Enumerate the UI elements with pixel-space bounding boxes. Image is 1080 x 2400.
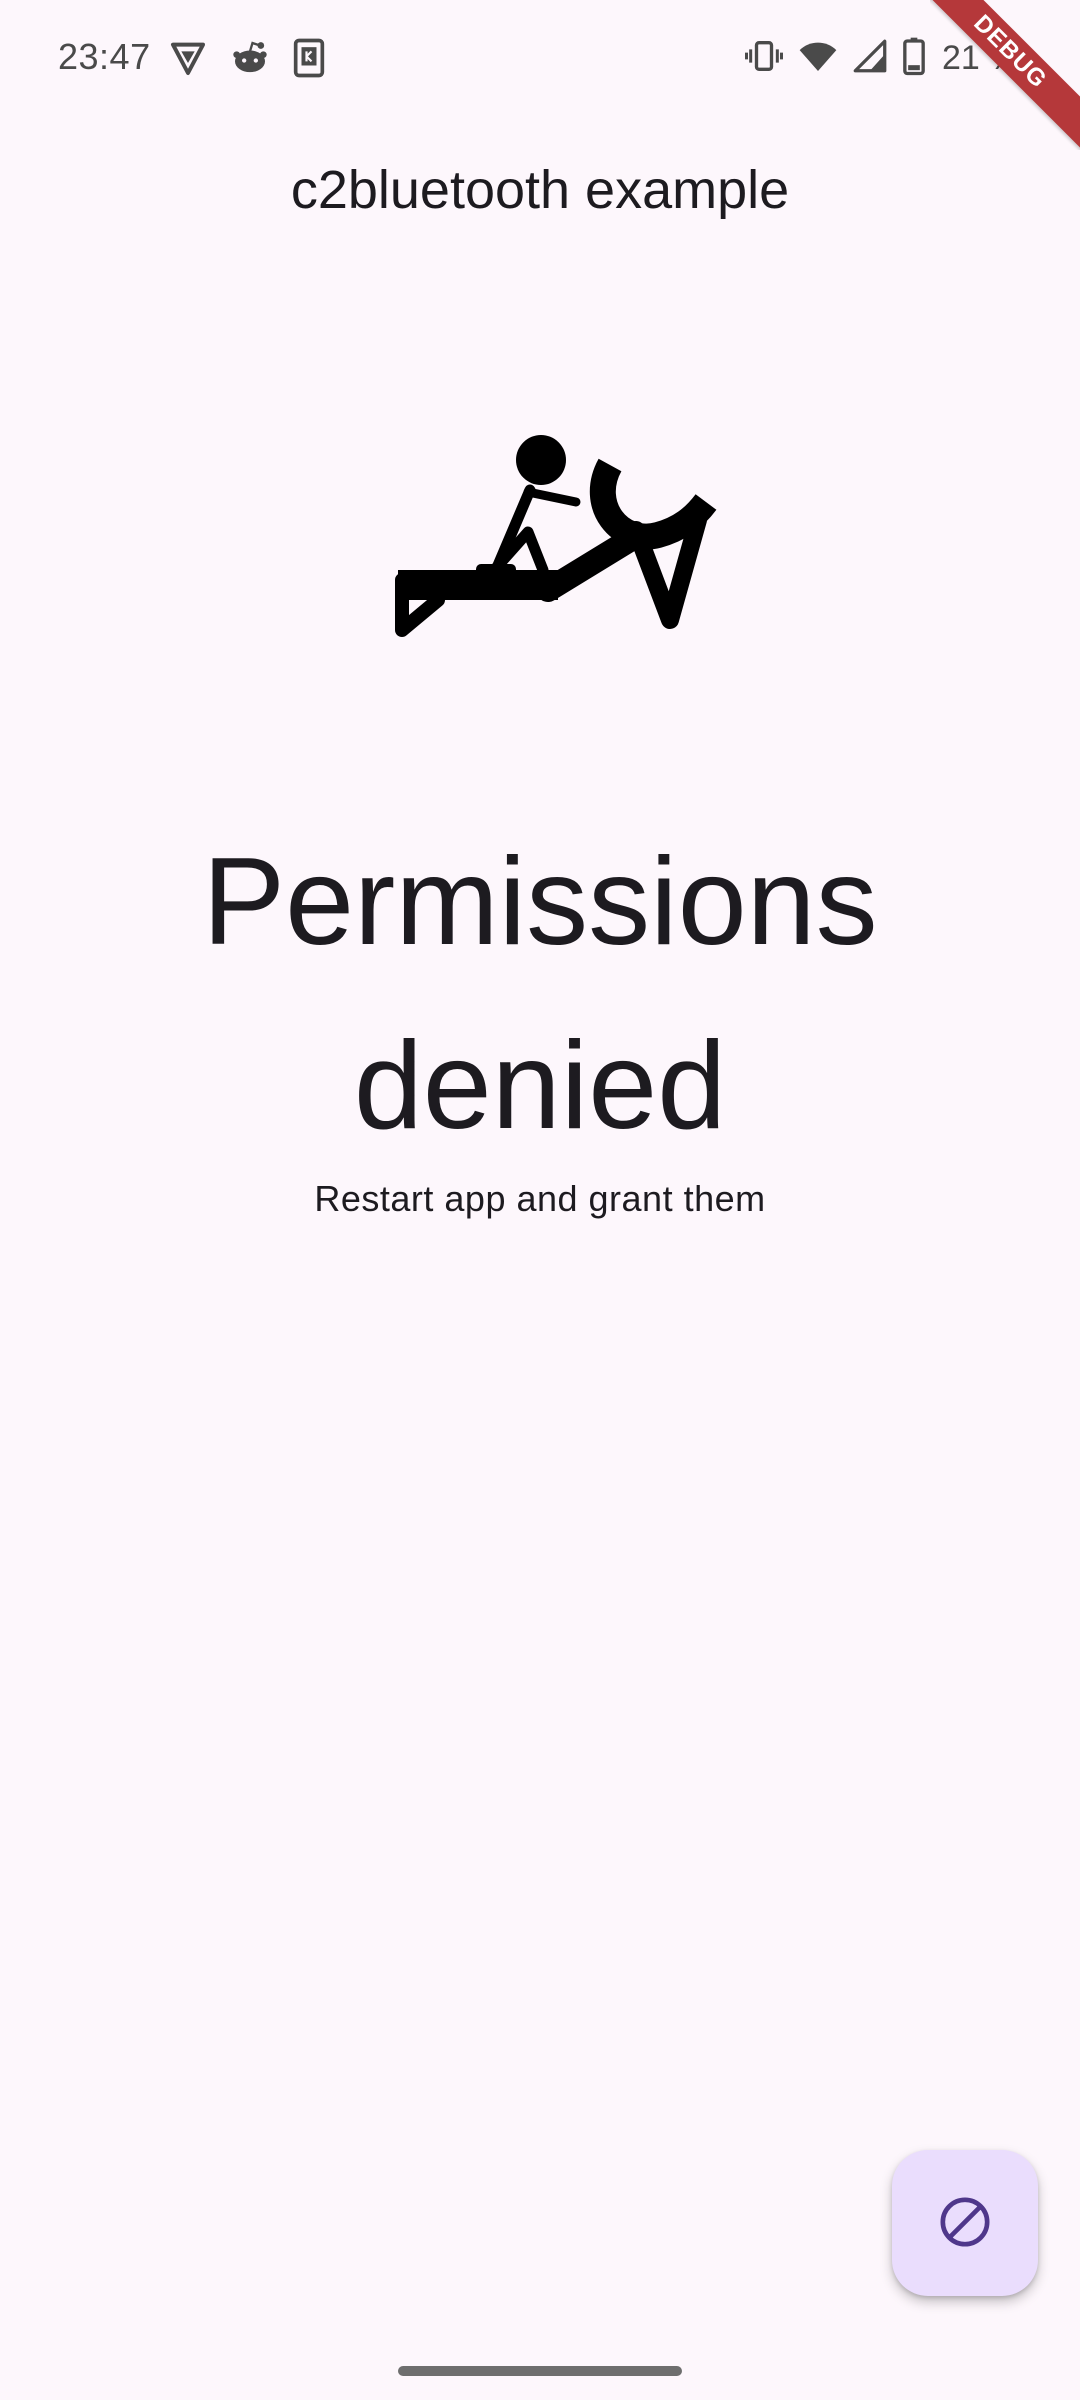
permissions-denied-subtitle: Restart app and grant them [314, 1178, 766, 1219]
block-fab-button[interactable] [892, 2150, 1038, 2296]
app-title: c2bluetooth example [290, 160, 790, 220]
vibrate-icon [744, 36, 784, 81]
battery-icon [902, 36, 926, 81]
kindle-icon [292, 38, 326, 83]
cell-signal-icon [852, 36, 888, 81]
reddit-icon [230, 38, 270, 83]
notification-icons [168, 38, 326, 83]
status-time: 23:47 [58, 36, 151, 77]
status-bar: 23:47 21 % [0, 0, 1080, 120]
permissions-denied-title: Permissions denied [202, 833, 878, 1155]
block-icon [937, 2194, 993, 2253]
app-bar: c2bluetooth example [0, 140, 1080, 240]
battery-percent: 21 % [942, 39, 1020, 77]
gesture-nav-handle[interactable] [398, 2366, 682, 2376]
wifi-icon [798, 36, 838, 81]
system-icons: 21 % [744, 36, 1020, 81]
vpn-shield-icon [168, 38, 208, 83]
rowing-machine-icon [388, 420, 740, 660]
